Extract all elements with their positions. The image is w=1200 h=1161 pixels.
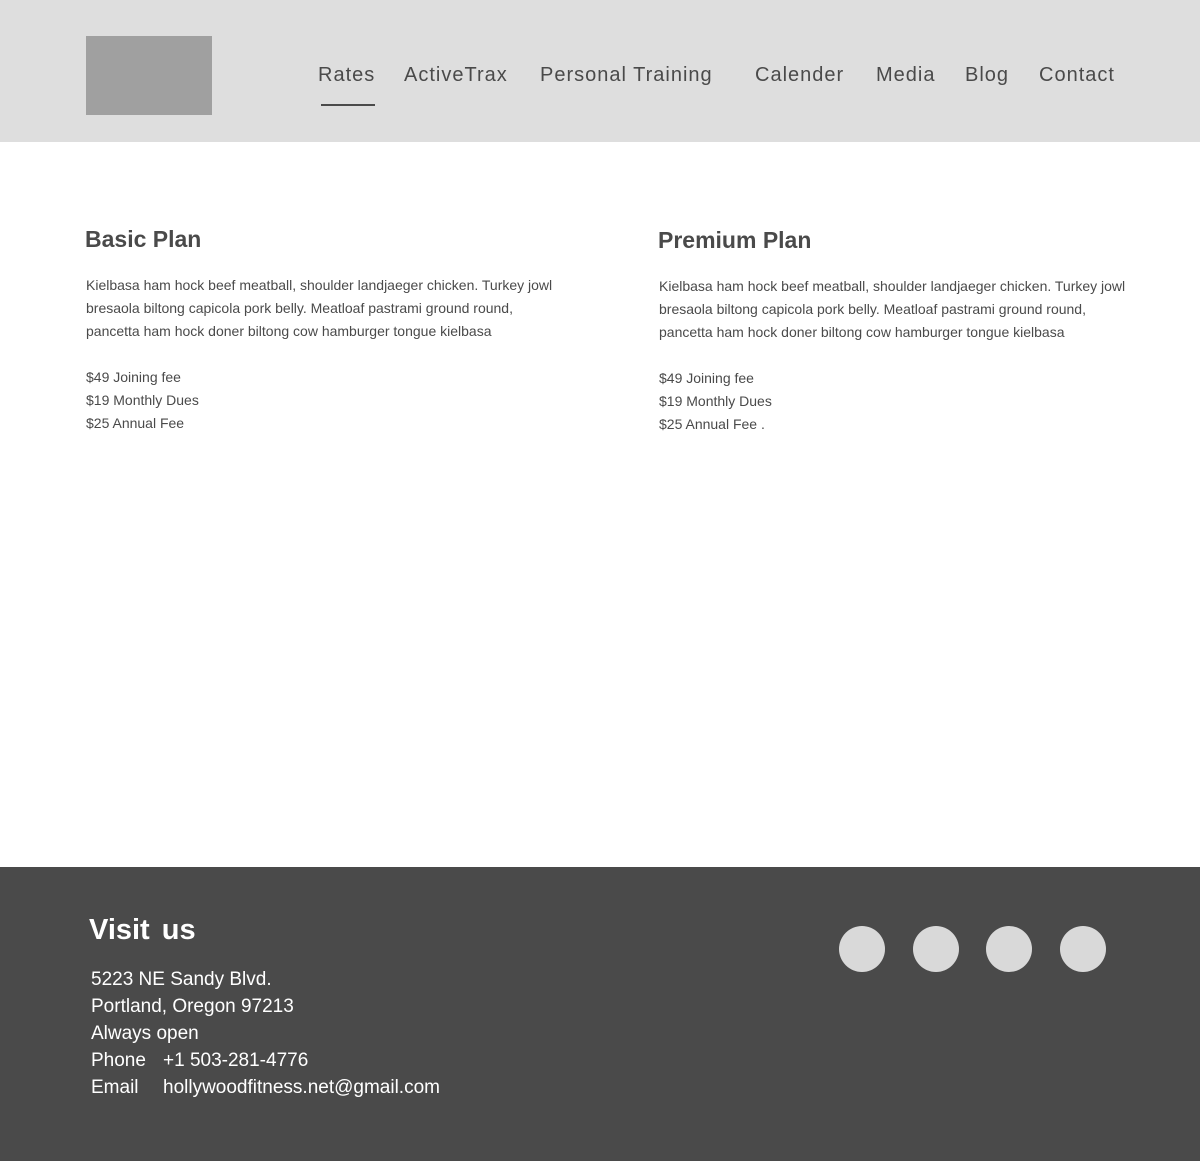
social-icon-4[interactable] xyxy=(1060,926,1106,972)
social-icon-1[interactable] xyxy=(839,926,885,972)
plan-price-monthly: $19 Monthly Dues xyxy=(86,392,199,408)
nav-item-calender[interactable]: Calender xyxy=(755,63,844,87)
footer-hours: Always open xyxy=(91,1023,199,1044)
nav-item-blog[interactable]: Blog xyxy=(965,63,1009,87)
social-icon-2[interactable] xyxy=(913,926,959,972)
logo-placeholder[interactable] xyxy=(86,36,212,115)
plan-title: Premium Plan xyxy=(658,227,812,253)
nav-item-rates[interactable]: Rates xyxy=(318,63,375,87)
social-icon-3[interactable] xyxy=(986,926,1032,972)
plan-title: Basic Plan xyxy=(85,226,202,252)
footer-address-line2: Portland, Oregon 97213 xyxy=(91,996,294,1017)
footer-title: Visit us xyxy=(89,914,196,946)
footer-phone-label: Phone xyxy=(91,1050,146,1071)
nav-item-activetrax[interactable]: ActiveTrax xyxy=(404,63,508,87)
plan-price-joining: $49 Joining fee xyxy=(86,369,181,385)
footer-phone[interactable]: +1 503-281-4776 xyxy=(163,1047,308,1074)
nav-item-personal-training[interactable]: Personal Training xyxy=(540,63,713,87)
nav-item-contact[interactable]: Contact xyxy=(1039,63,1115,87)
plan-price-joining: $49 Joining fee xyxy=(659,370,754,386)
plan-price-monthly: $19 Monthly Dues xyxy=(659,393,772,409)
plan-price-annual: $25 Annual Fee xyxy=(86,415,185,431)
footer-address-line1: 5223 NE Sandy Blvd. xyxy=(91,969,272,990)
plan-price-annual: $25 Annual Fee . xyxy=(659,416,765,432)
footer-email[interactable]: hollywoodfitness.net@gmail.com xyxy=(163,1074,440,1101)
footer-email-label: Email xyxy=(91,1077,139,1098)
nav-item-media[interactable]: Media xyxy=(876,63,935,87)
plan-description: Kielbasa ham hock beef meatball, shoulde… xyxy=(86,277,553,339)
plan-description: Kielbasa ham hock beef meatball, shoulde… xyxy=(659,278,1126,340)
nav-active-indicator xyxy=(321,104,375,106)
site-header: Rates ActiveTrax Personal Training Calen… xyxy=(0,0,1200,142)
